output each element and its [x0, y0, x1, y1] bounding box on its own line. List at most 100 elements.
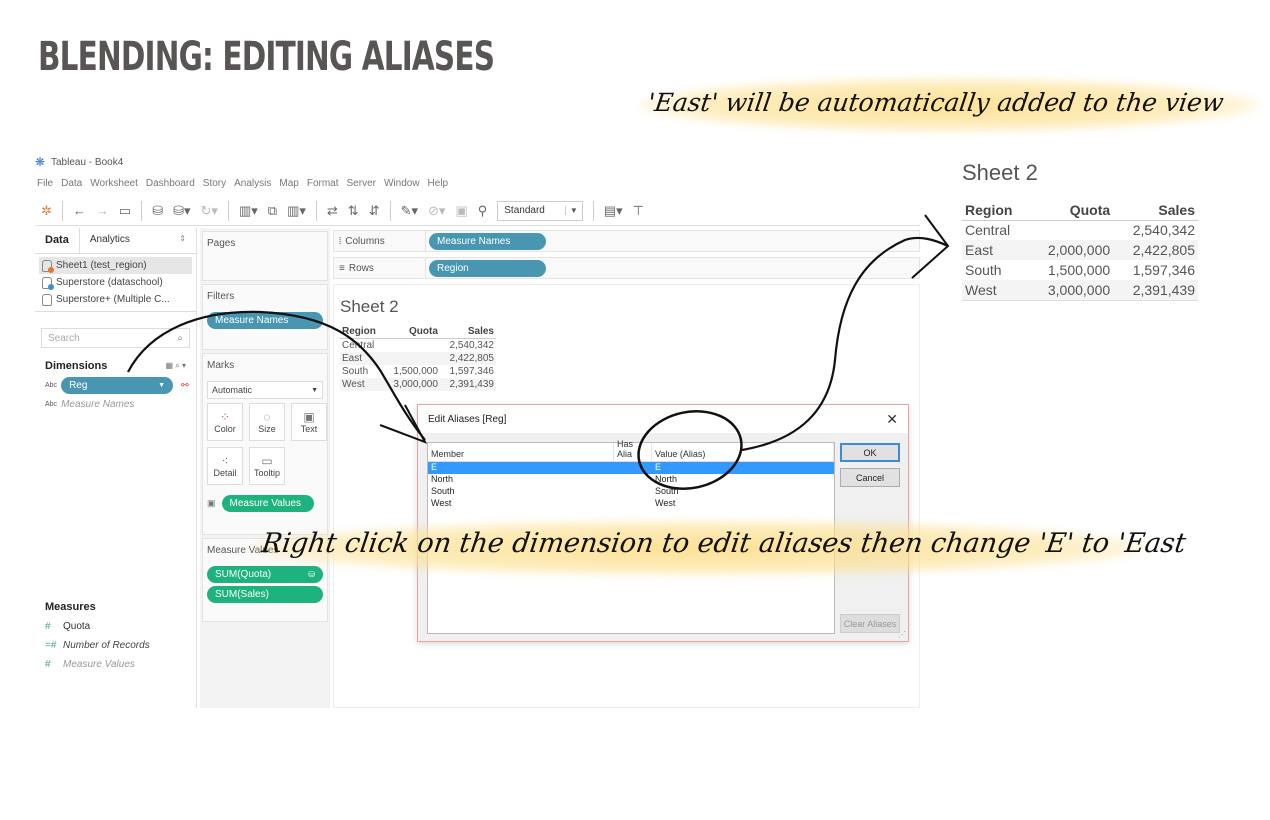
menu-file[interactable]: File [37, 178, 53, 189]
menu-map[interactable]: Map [279, 178, 298, 189]
measure-field[interactable]: # Measure Values [35, 655, 196, 674]
menu-analysis[interactable]: Analysis [234, 178, 271, 189]
filter-pill-measure-names[interactable]: Measure Names [207, 312, 323, 329]
menu-format[interactable]: Format [307, 178, 339, 189]
measure-field[interactable]: # Quota [35, 617, 196, 636]
highlight-icon[interactable]: ✎▾ [401, 203, 418, 219]
table-row[interactable]: South 1,500,000 1,597,346 [340, 365, 496, 378]
labels-icon[interactable]: ▣ [455, 203, 467, 219]
table-row[interactable]: East 2,422,805 [340, 352, 496, 365]
field-label: Quota [63, 621, 91, 632]
menu-help[interactable]: Help [428, 178, 449, 189]
chevron-down-icon[interactable]: ▼ [158, 382, 165, 389]
marks-card: Marks Automatic ▼ ⁘ Color ◌ Size ▣ Text ⁖ De… [202, 353, 328, 535]
filters-shelf[interactable]: Filters Measure Names [202, 284, 328, 350]
pin-icon[interactable]: ⚲ [478, 203, 488, 219]
redo-icon[interactable]: → [96, 203, 109, 218]
cell: 1,500,000 [393, 366, 438, 377]
detail-button[interactable]: ⁖ Detail [207, 447, 243, 485]
datasource-item[interactable]: Superstore (dataschool) [39, 274, 192, 291]
close-icon[interactable]: ✕ [886, 411, 898, 428]
new-datasource-icon[interactable]: ⛁ [152, 203, 163, 219]
columns-shelf[interactable]: ⦙ Columns Measure Names [333, 230, 920, 252]
header-quota: Quota [383, 325, 440, 339]
ok-button[interactable]: OK [840, 443, 900, 462]
secondary-source-icon: ⛁ [308, 570, 315, 579]
size-button[interactable]: ◌ Size [249, 403, 285, 441]
table-row[interactable]: Central 2,540,342 [340, 339, 496, 353]
alias-cell[interactable]: E [652, 462, 834, 474]
measure-field[interactable]: =# Number of Records [35, 636, 196, 655]
cell [1028, 220, 1113, 240]
alias-row[interactable]: South South [428, 486, 834, 498]
header-sales: Sales [1113, 200, 1198, 221]
header-member[interactable]: Member [428, 443, 614, 461]
menu-story[interactable]: Story [203, 178, 226, 189]
datasource-item[interactable]: Sheet1 (test_region) [39, 257, 192, 274]
new-worksheet-icon[interactable]: ▥▾ [239, 203, 258, 219]
pages-shelf[interactable]: Pages [202, 231, 328, 281]
dimension-field[interactable]: Abc Reg ▼ ⚯ [35, 376, 196, 395]
presentation-icon[interactable]: ⊤ [633, 203, 644, 219]
pause-updates-icon[interactable]: ⛁▾ [173, 203, 190, 219]
cell: 3,000,000 [1028, 280, 1114, 301]
duplicate-sheet-icon[interactable]: ⧉ [268, 203, 277, 219]
measure-pill-sales[interactable]: SUM(Sales) [207, 586, 323, 603]
cell: 2,391,439 [1113, 280, 1198, 301]
dimension-pill-reg[interactable]: Reg ▼ [61, 377, 174, 394]
swap-icon[interactable]: ⇄ [327, 203, 338, 219]
tableau-home-icon[interactable]: ✲ [41, 203, 52, 219]
sort-desc-icon[interactable]: ⇵ [369, 203, 380, 219]
alias-row[interactable]: EE [428, 462, 834, 474]
menu-worksheet[interactable]: Worksheet [90, 178, 138, 189]
alias-cell[interactable]: South [652, 486, 834, 498]
datasource-secondary-icon [42, 276, 54, 290]
color-button[interactable]: ⁘ Color [207, 403, 243, 441]
measure-pill-quota[interactable]: SUM(Quota) ⛁ [207, 566, 323, 583]
header-value-alias[interactable]: Value (Alias) [652, 443, 834, 461]
columns-pill-measure-names[interactable]: Measure Names [429, 232, 546, 250]
link-icon[interactable]: ⚯ [181, 380, 189, 391]
text-button[interactable]: ▣ Text [291, 403, 327, 441]
alias-row[interactable]: North North [428, 474, 834, 486]
number-type-icon: =# [45, 640, 57, 651]
show-me-icon[interactable]: ▤▾ [604, 203, 623, 219]
search-input[interactable]: Search ⌕ [41, 328, 190, 348]
alias-cell[interactable]: West [652, 498, 834, 510]
tab-data[interactable]: Data [35, 228, 80, 253]
rows-pill-region[interactable]: Region [429, 259, 546, 277]
clear-sheet-icon[interactable]: ▥▾ [287, 203, 306, 219]
tooltip-button[interactable]: ▭ Tooltip [249, 447, 285, 485]
table-row[interactable]: West 3,000,000 2,391,439 [340, 378, 496, 391]
sort-asc-icon[interactable]: ⇅ [348, 203, 359, 219]
view-options-icon[interactable]: ▦ ⌕ ▾ [166, 361, 187, 371]
resize-grip-icon[interactable]: ⋰ [898, 630, 906, 639]
fit-select[interactable]: Standard ▼ [497, 200, 583, 221]
menu-dashboard[interactable]: Dashboard [146, 178, 195, 189]
mark-type-select[interactable]: Automatic ▼ [207, 381, 323, 399]
clear-aliases-button[interactable]: Clear Aliases [840, 614, 900, 633]
pin-icon[interactable]: ⇕ [179, 234, 186, 247]
cell: Central [342, 340, 375, 351]
alias-cell[interactable]: North [652, 474, 834, 486]
save-icon[interactable]: ▭ [119, 203, 131, 219]
dimension-field[interactable]: Abc Measure Names [35, 395, 196, 414]
datasource-label: Superstore (dataschool) [56, 277, 163, 288]
menu-server[interactable]: Server [347, 178, 376, 189]
menu-window[interactable]: Window [384, 178, 420, 189]
detail-label: Detail [213, 468, 237, 478]
cancel-button[interactable]: Cancel [840, 468, 900, 487]
header-sales: Sales [439, 325, 496, 339]
refresh-icon[interactable]: ↻▾ [201, 203, 218, 219]
color-icon: ⁘ [219, 410, 231, 424]
undo-icon[interactable]: ← [73, 203, 86, 218]
datasource-item[interactable]: Superstore+ (Multiple C... [39, 291, 192, 308]
header-has-alias[interactable]: Has Alia [614, 439, 652, 461]
marks-pill-measure-values[interactable]: Measure Values [221, 495, 314, 512]
menu-data[interactable]: Data [61, 178, 82, 189]
sheet-title: Sheet 2 [340, 297, 399, 316]
group-icon[interactable]: ⊘▾ [428, 203, 445, 219]
tab-analytics[interactable]: Analytics ⇕ [79, 228, 196, 253]
alias-row[interactable]: West West [428, 498, 834, 510]
rows-shelf[interactable]: ≡ Rows Region [333, 257, 920, 279]
